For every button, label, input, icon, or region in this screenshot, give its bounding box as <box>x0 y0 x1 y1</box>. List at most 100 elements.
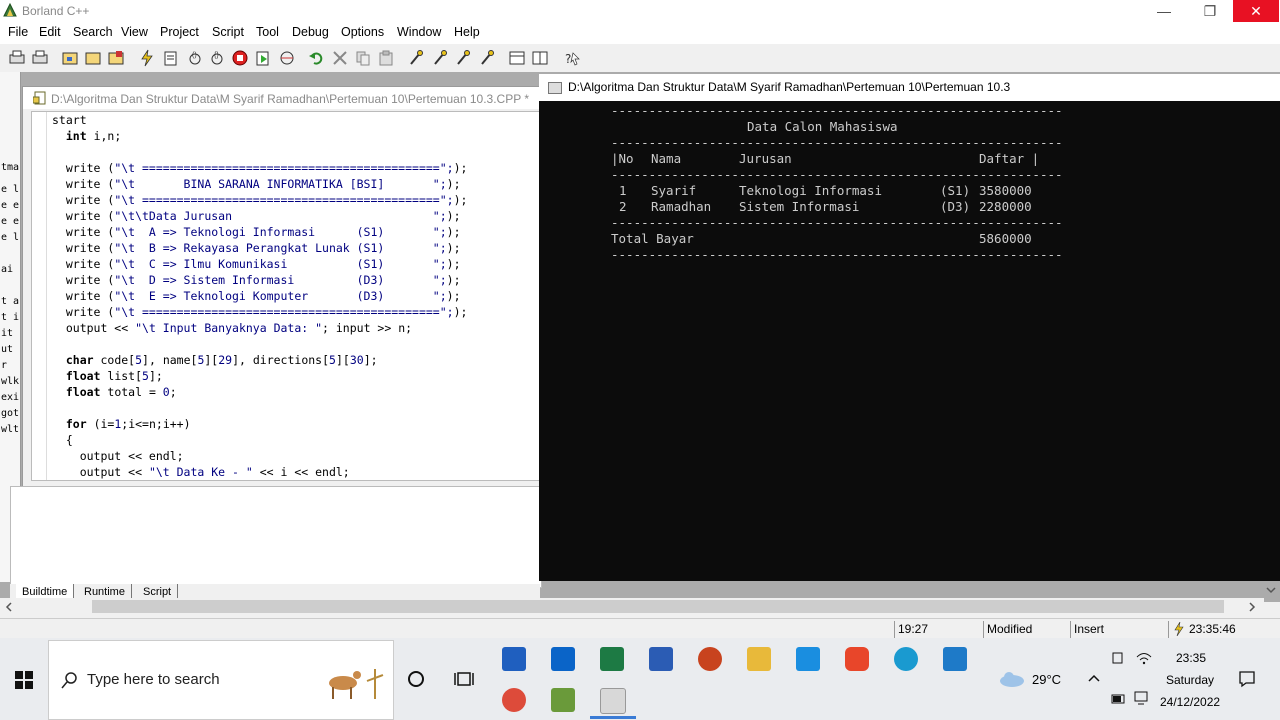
total-label: Total Bayar <box>611 231 694 246</box>
menu-tool[interactable]: Tool <box>256 25 279 39</box>
chevron-up-icon[interactable] <box>1087 673 1101 683</box>
code-line: for (i=1;i<=n;i++) <box>65 417 191 431</box>
row-daftar: 3580000 <box>979 183 1032 198</box>
console-separator: ----------------------------------------… <box>611 103 1063 118</box>
insert-mode: Insert <box>1070 621 1170 638</box>
cortana-icon[interactable] <box>407 670 425 688</box>
dock-text: r <box>1 360 8 371</box>
mail-icon[interactable] <box>551 647 575 671</box>
meet-now-icon[interactable] <box>1111 651 1125 665</box>
console-col-daftar: Daftar | <box>979 151 1040 166</box>
excel-icon[interactable] <box>600 647 624 671</box>
step-icon[interactable]: {} <box>208 49 226 67</box>
open-project-icon[interactable] <box>61 49 79 67</box>
console-col-nama: Nama <box>651 151 682 166</box>
taskbar-search-box[interactable]: Type here to search <box>48 640 394 720</box>
cloud-icon <box>1000 672 1024 687</box>
console-window[interactable]: D:\Algoritma Dan Struktur Data\M Syarif … <box>539 74 1280 581</box>
scroll-right-icon[interactable] <box>1247 601 1257 613</box>
clock-date[interactable]: 24/12/2022 <box>1160 695 1220 709</box>
code-editor[interactable]: start int i,n; write ("\t ==============… <box>31 111 541 481</box>
watch-icon[interactable] <box>478 49 496 67</box>
screen-recorder-icon[interactable] <box>845 647 869 671</box>
search-placeholder: Type here to search <box>87 671 220 688</box>
stop-icon[interactable] <box>231 49 249 67</box>
menu-edit[interactable]: Edit <box>39 25 61 39</box>
compile-icon[interactable] <box>162 49 180 67</box>
menu-window[interactable]: Window <box>397 25 441 39</box>
tab-runtime[interactable]: Runtime <box>78 584 132 599</box>
battery-icon[interactable] <box>1111 693 1127 705</box>
print-setup-icon[interactable] <box>31 49 49 67</box>
scroll-down-icon[interactable] <box>1265 585 1277 595</box>
code-line: float total = 0; <box>65 385 177 399</box>
borland-taskbar-icon[interactable] <box>551 688 575 712</box>
vscode-icon[interactable] <box>943 647 967 671</box>
row-kode: (D3) <box>940 199 971 214</box>
menu-project[interactable]: Project <box>160 25 199 39</box>
step-over-icon[interactable] <box>431 49 449 67</box>
help-icon[interactable]: ? <box>563 49 581 67</box>
wifi-icon[interactable] <box>1136 651 1152 665</box>
trace-into-icon[interactable] <box>454 49 472 67</box>
console-taskbar-icon[interactable] <box>600 688 626 714</box>
undo-icon[interactable] <box>308 49 326 67</box>
chrome-icon[interactable] <box>502 688 526 712</box>
notification-icon[interactable] <box>1238 670 1256 688</box>
trace-icon[interactable] <box>254 49 272 67</box>
close-button[interactable]: ✕ <box>1233 0 1279 22</box>
network-icon[interactable] <box>1134 691 1150 705</box>
row-no: 2 <box>619 199 627 214</box>
powerpoint-icon[interactable] <box>698 647 722 671</box>
cascade-icon[interactable] <box>531 49 549 67</box>
clock-time[interactable]: 23:35 <box>1176 651 1206 665</box>
task-view-icon[interactable] <box>454 670 474 688</box>
cut-icon[interactable] <box>331 49 349 67</box>
menu-help[interactable]: Help <box>454 25 480 39</box>
console-output: ----------------------------------------… <box>539 101 1280 581</box>
tab-buildtime[interactable]: Buildtime <box>16 584 75 599</box>
breakpoint-icon[interactable] <box>407 49 425 67</box>
menu-view[interactable]: View <box>121 25 148 39</box>
dock-text: e e <box>1 200 20 211</box>
code-line: output << "\t Input Banyaknya Data: "; i… <box>52 321 413 335</box>
windows-start-icon[interactable] <box>15 671 33 689</box>
menu-options[interactable]: Options <box>341 25 384 39</box>
make-icon[interactable] <box>138 49 156 67</box>
file-explorer-icon[interactable] <box>747 647 771 671</box>
status-bar: 19:27 Modified Insert 23:35:46 <box>0 618 1280 639</box>
inspect-icon[interactable] <box>278 49 296 67</box>
weather-temp[interactable]: 29°C <box>1032 672 1061 687</box>
project-files-icon[interactable] <box>84 49 102 67</box>
word-icon[interactable] <box>649 647 673 671</box>
svg-text:{}: {} <box>214 52 219 59</box>
scrollbar-thumb[interactable] <box>92 600 1224 613</box>
menu-file[interactable]: File <box>8 25 28 39</box>
print-icon[interactable] <box>8 49 26 67</box>
tab-script[interactable]: Script <box>137 584 179 599</box>
paste-icon[interactable] <box>377 49 395 67</box>
gutter-line <box>46 112 47 480</box>
copy-icon[interactable] <box>354 49 372 67</box>
borland-app-icon <box>3 2 17 17</box>
tile-icon[interactable] <box>508 49 526 67</box>
edge-icon[interactable] <box>894 647 918 671</box>
run-icon[interactable]: () <box>186 49 204 67</box>
menu-debug[interactable]: Debug <box>292 25 329 39</box>
menu-search[interactable]: Search <box>73 25 113 39</box>
message-panel[interactable] <box>10 486 542 588</box>
minimize-button[interactable]: — <box>1141 0 1187 22</box>
new-target-icon[interactable] <box>107 49 125 67</box>
scroll-left-icon[interactable] <box>4 601 14 613</box>
editor-title-bar[interactable]: D:\Algoritma Dan Struktur Data\M Syarif … <box>23 87 541 109</box>
l-app-icon[interactable] <box>796 647 820 671</box>
clock-day[interactable]: Saturday <box>1166 673 1214 687</box>
code-line: output << "\t Data Ke - " << i << endl; <box>52 465 350 479</box>
editor-window[interactable]: D:\Algoritma Dan Struktur Data\M Syarif … <box>22 86 542 488</box>
microsoft-store-icon[interactable] <box>502 647 526 671</box>
console-title-bar[interactable]: D:\Algoritma Dan Struktur Data\M Syarif … <box>539 74 1280 101</box>
restore-button[interactable]: ❐ <box>1187 0 1233 22</box>
code-line: write ("\t BINA SARANA INFORMATIKA [BSI]… <box>52 177 461 191</box>
console-separator: ----------------------------------------… <box>611 167 1063 182</box>
menu-script[interactable]: Script <box>212 25 244 39</box>
